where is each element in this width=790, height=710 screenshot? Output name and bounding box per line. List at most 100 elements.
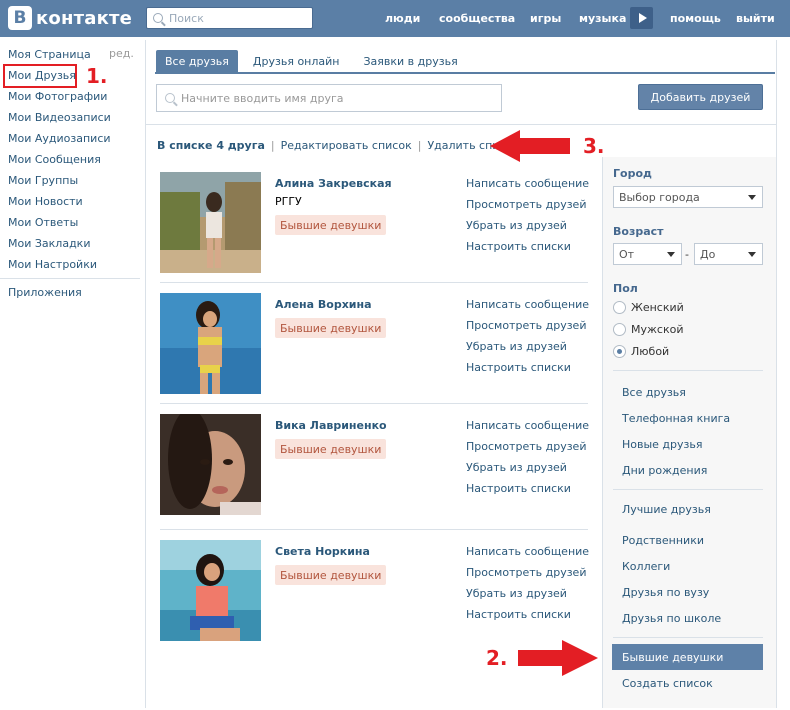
- sex-radio-female[interactable]: Женский: [613, 301, 684, 314]
- friend-divider: [160, 282, 588, 283]
- view-friends-link[interactable]: Просмотреть друзей: [466, 198, 589, 219]
- view-friends-link[interactable]: Просмотреть друзей: [466, 319, 589, 340]
- friend-list-badge[interactable]: Бывшие девушки: [275, 215, 387, 235]
- friend-university: РГГУ: [275, 195, 302, 208]
- menu-my-settings[interactable]: Мои Настройки: [8, 258, 97, 271]
- chevron-down-icon: [748, 252, 756, 257]
- radio-circle: [613, 301, 626, 314]
- friend-filter-input[interactable]: Начните вводить имя друга: [156, 84, 502, 112]
- remove-friend-link[interactable]: Убрать из друзей: [466, 340, 589, 361]
- friend-photo[interactable]: [160, 414, 261, 515]
- menu-my-bookmarks[interactable]: Мои Закладки: [8, 237, 90, 250]
- friends-tabs: Все друзья Друзья онлайн Заявки в друзья: [156, 50, 473, 73]
- list-university-friends[interactable]: Друзья по вузу: [622, 586, 709, 599]
- friend-divider: [160, 403, 588, 404]
- menu-my-page[interactable]: Моя Страница: [8, 48, 91, 61]
- friend-row: Алена Ворхина Бывшие девушки Написать со…: [160, 293, 589, 394]
- view-friends-link[interactable]: Просмотреть друзей: [466, 566, 589, 587]
- list-ex-girlfriends-selected[interactable]: Бывшие девушки: [612, 644, 763, 670]
- remove-friend-link[interactable]: Убрать из друзей: [466, 461, 589, 482]
- list-relatives[interactable]: Родственники: [622, 534, 704, 547]
- friend-actions: Написать сообщение Просмотреть друзей Уб…: [466, 177, 589, 261]
- friend-photo[interactable]: [160, 540, 261, 641]
- menu-my-audio[interactable]: Мои Аудиозаписи: [8, 132, 111, 145]
- friend-list-badge[interactable]: Бывшие девушки: [275, 565, 387, 585]
- nav-help[interactable]: помощь: [670, 0, 721, 37]
- nav-games[interactable]: игры: [530, 0, 561, 37]
- list-best-friends[interactable]: Лучшие друзья: [622, 503, 711, 516]
- play-icon: [638, 13, 647, 23]
- age-to-select[interactable]: До: [694, 243, 763, 265]
- nav-music[interactable]: музыка: [579, 0, 626, 37]
- friend-row: Вика Лавриненко Бывшие девушки Написать …: [160, 414, 589, 515]
- tab-all-friends[interactable]: Все друзья: [156, 50, 238, 73]
- friend-list-badge[interactable]: Бывшие девушки: [275, 318, 387, 338]
- friend-list-badge[interactable]: Бывшие девушки: [275, 439, 387, 459]
- send-message-link[interactable]: Написать сообщение: [466, 419, 589, 440]
- friend-photo-image: [160, 172, 261, 273]
- list-new-friends[interactable]: Новые друзья: [622, 438, 702, 451]
- friend-photo[interactable]: [160, 293, 261, 394]
- menu-apps[interactable]: Приложения: [8, 286, 82, 299]
- configure-lists-link[interactable]: Настроить списки: [466, 361, 589, 382]
- add-friends-button[interactable]: Добавить друзей: [638, 84, 763, 110]
- menu-my-news[interactable]: Мои Новости: [8, 195, 83, 208]
- sex-radio-male[interactable]: Мужской: [613, 323, 683, 336]
- remove-friend-link[interactable]: Убрать из друзей: [466, 587, 589, 608]
- top-header: В контакте Поиск люди сообщества игры му…: [0, 0, 790, 37]
- sex-radio-any[interactable]: Любой: [613, 345, 669, 358]
- friend-photo-image: [160, 540, 261, 641]
- sex-option-label: Женский: [631, 301, 684, 314]
- friend-row: Света Норкина Бывшие девушки Написать со…: [160, 540, 589, 641]
- divider: [613, 637, 763, 638]
- nav-logout[interactable]: выйти: [736, 0, 775, 37]
- age-from-select[interactable]: От: [613, 243, 682, 265]
- age-label: Возраст: [613, 225, 664, 238]
- menu-my-groups[interactable]: Мои Группы: [8, 174, 78, 187]
- list-school-friends[interactable]: Друзья по школе: [622, 612, 721, 625]
- friend-photo-image: [160, 293, 261, 394]
- menu-my-photos[interactable]: Мои Фотографии: [8, 90, 107, 103]
- friend-name[interactable]: Света Норкина: [275, 545, 370, 558]
- list-phone-book[interactable]: Телефонная книга: [622, 412, 730, 425]
- tab-friends-online[interactable]: Друзья онлайн: [244, 50, 349, 73]
- menu-edit-link[interactable]: ред.: [109, 47, 134, 60]
- configure-lists-link[interactable]: Настроить списки: [466, 240, 589, 261]
- friend-divider: [160, 529, 588, 530]
- list-colleagues[interactable]: Коллеги: [622, 560, 670, 573]
- chevron-down-icon: [748, 195, 756, 200]
- configure-lists-link[interactable]: Настроить списки: [466, 482, 589, 503]
- tab-friend-requests[interactable]: Заявки в друзья: [354, 50, 466, 73]
- create-list-link[interactable]: Создать список: [622, 677, 713, 690]
- radio-circle-selected: [613, 345, 626, 358]
- city-select[interactable]: Выбор города: [613, 186, 763, 208]
- remove-friend-link[interactable]: Убрать из друзей: [466, 219, 589, 240]
- play-button[interactable]: [630, 7, 653, 29]
- vk-logo[interactable]: В контакте: [8, 6, 132, 30]
- friend-actions: Написать сообщение Просмотреть друзей Уб…: [466, 545, 589, 629]
- send-message-link[interactable]: Написать сообщение: [466, 545, 589, 566]
- nav-communities[interactable]: сообщества: [439, 0, 515, 37]
- sex-label: Пол: [613, 282, 638, 295]
- annotation-3: 3.: [583, 134, 605, 158]
- nav-people[interactable]: люди: [385, 0, 420, 37]
- list-summary: В списке 4 друга | Редактировать список …: [157, 139, 519, 152]
- send-message-link[interactable]: Написать сообщение: [466, 298, 589, 319]
- list-all-friends[interactable]: Все друзья: [622, 386, 686, 399]
- search-icon: [153, 13, 163, 23]
- list-birthdays[interactable]: Дни рождения: [622, 464, 707, 477]
- menu-my-answers[interactable]: Мои Ответы: [8, 216, 78, 229]
- search-input[interactable]: Поиск: [146, 7, 313, 29]
- annotation-2: 2.: [486, 646, 508, 670]
- friend-photo[interactable]: [160, 172, 261, 273]
- configure-lists-link[interactable]: Настроить списки: [466, 608, 589, 629]
- send-message-link[interactable]: Написать сообщение: [466, 177, 589, 198]
- menu-my-videos[interactable]: Мои Видеозаписи: [8, 111, 111, 124]
- friend-name[interactable]: Алена Ворхина: [275, 298, 372, 311]
- friend-name[interactable]: Алина Закревская: [275, 177, 392, 190]
- friend-name[interactable]: Вика Лавриненко: [275, 419, 387, 432]
- menu-my-messages[interactable]: Мои Сообщения: [8, 153, 101, 166]
- separator: |: [417, 139, 422, 152]
- view-friends-link[interactable]: Просмотреть друзей: [466, 440, 589, 461]
- edit-list-link[interactable]: Редактировать список: [281, 139, 412, 152]
